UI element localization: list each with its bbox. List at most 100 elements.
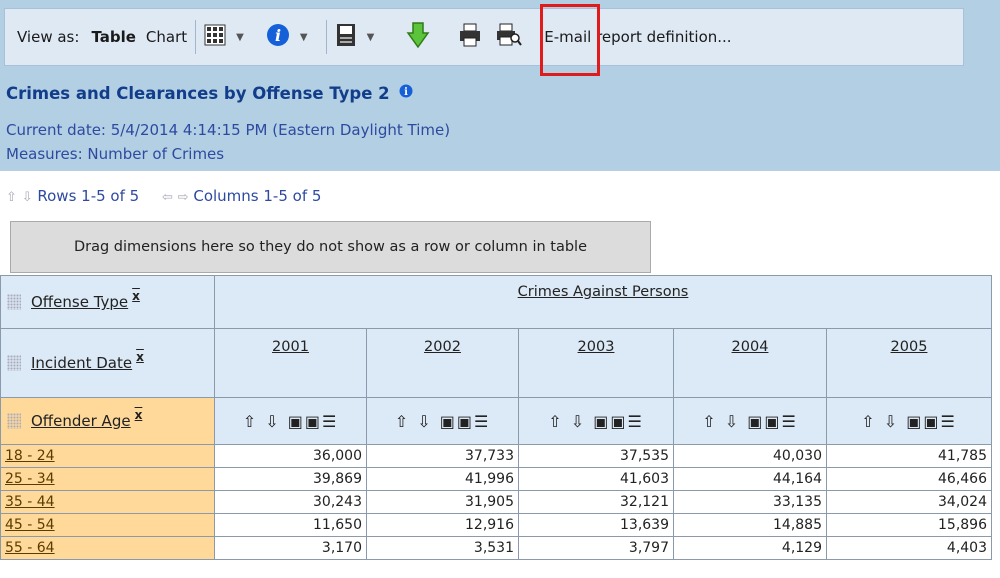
- row-label-link[interactable]: 18 - 24: [5, 448, 55, 464]
- current-date-text: Current date: 5/4/2014 4:14:15 PM (Easte…: [6, 121, 451, 139]
- sort-controls[interactable]: ⇧ ⇩ ▣▣☰: [518, 397, 674, 445]
- table-layout-icon[interactable]: [204, 24, 226, 50]
- title-info-icon[interactable]: i: [399, 83, 413, 102]
- info-dropdown-icon[interactable]: ▼: [300, 32, 308, 43]
- toolbar: View as: Table Chart ▼ i ▼ ▼ E-mail repo…: [4, 8, 964, 66]
- value-cell: 41,785: [826, 444, 992, 468]
- value-cell: 41,996: [366, 467, 519, 491]
- svg-text:i: i: [404, 87, 408, 98]
- year-2002-link[interactable]: 2002: [424, 339, 461, 355]
- row-label-cell: 25 - 34: [0, 467, 215, 491]
- svg-text:i: i: [275, 26, 281, 45]
- row-label-cell: 55 - 64: [0, 536, 215, 560]
- value-cell: 34,024: [826, 490, 992, 514]
- view-table-button[interactable]: Table: [91, 28, 135, 46]
- value-cell: 32,121: [518, 490, 674, 514]
- value-cell: 40,030: [673, 444, 827, 468]
- value-cell: 14,885: [673, 513, 827, 537]
- year-header: 2003: [518, 328, 674, 398]
- value-cell: 4,403: [826, 536, 992, 560]
- value-cell: 12,916: [366, 513, 519, 537]
- year-header: 2002: [366, 328, 519, 398]
- value-cell: 3,531: [366, 536, 519, 560]
- value-cell: 30,243: [214, 490, 367, 514]
- drag-handle-icon[interactable]: [7, 413, 21, 429]
- print-icon[interactable]: [458, 23, 482, 51]
- crimes-table: Offense Type x Crimes Against Persons In…: [0, 275, 992, 560]
- drag-handle-icon[interactable]: [7, 355, 21, 371]
- remove-dimension-icon[interactable]: x: [136, 350, 144, 364]
- sort-controls[interactable]: ⇧ ⇩ ▣▣☰: [826, 397, 992, 445]
- year-2001-link[interactable]: 2001: [272, 339, 309, 355]
- group-header-crimes-against-persons: Crimes Against Persons: [214, 275, 992, 329]
- value-cell: 36,000: [214, 444, 367, 468]
- view-chart-button[interactable]: Chart: [146, 28, 187, 46]
- offender-age-dimension[interactable]: Offender Age x: [0, 397, 215, 445]
- row-label-link[interactable]: 55 - 64: [5, 540, 55, 556]
- row-label-cell: 45 - 54: [0, 513, 215, 537]
- toolbar-separator: [195, 20, 197, 54]
- value-cell: 46,466: [826, 467, 992, 491]
- view-as-label: View as:: [17, 28, 80, 46]
- report-title-text: Crimes and Clearances by Offense Type 2: [6, 84, 390, 103]
- measures-text: Measures: Number of Crimes: [6, 145, 225, 163]
- columns-range-text: Columns 1-5 of 5: [193, 187, 322, 205]
- value-cell: 3,170: [214, 536, 367, 560]
- columns-left-arrow-icon[interactable]: ⇦: [162, 190, 173, 205]
- table-row: 35 - 44 30,243 31,905 32,121 33,135 34,024: [0, 490, 992, 514]
- dimension-drop-zone[interactable]: Drag dimensions here so they do not show…: [10, 221, 651, 273]
- year-2005-link[interactable]: 2005: [891, 339, 928, 355]
- sort-controls[interactable]: ⇧ ⇩ ▣▣☰: [673, 397, 827, 445]
- value-cell: 37,733: [366, 444, 519, 468]
- rows-down-arrow-icon[interactable]: ⇩: [22, 190, 33, 205]
- incident-date-label[interactable]: Incident Date: [31, 354, 132, 372]
- offender-age-label[interactable]: Offender Age: [31, 412, 131, 430]
- toolbar-separator: [325, 20, 327, 54]
- download-highlight-box: [540, 4, 600, 76]
- value-cell: 15,896: [826, 513, 992, 537]
- row-label-link[interactable]: 45 - 54: [5, 517, 55, 533]
- year-2003-link[interactable]: 2003: [578, 339, 615, 355]
- drag-handle-icon[interactable]: [7, 294, 21, 310]
- value-cell: 37,535: [518, 444, 674, 468]
- save-icon[interactable]: [335, 23, 357, 51]
- sort-controls[interactable]: ⇧ ⇩ ▣▣☰: [214, 397, 367, 445]
- rows-range-text: Rows 1-5 of 5: [37, 187, 140, 205]
- pagination-bar: ⇧ ⇩ Rows 1-5 of 5 ⇦ ⇨ Columns 1-5 of 5: [6, 187, 321, 205]
- value-cell: 33,135: [673, 490, 827, 514]
- value-cell: 31,905: [366, 490, 519, 514]
- print-preview-icon[interactable]: [496, 23, 523, 51]
- download-icon[interactable]: [406, 21, 430, 53]
- sort-controls[interactable]: ⇧ ⇩ ▣▣☰: [366, 397, 519, 445]
- value-cell: 44,164: [673, 467, 827, 491]
- year-2004-link[interactable]: 2004: [732, 339, 769, 355]
- row-label-link[interactable]: 35 - 44: [5, 494, 55, 510]
- row-label-cell: 35 - 44: [0, 490, 215, 514]
- year-header: 2004: [673, 328, 827, 398]
- incident-date-dimension[interactable]: Incident Date x: [0, 328, 215, 398]
- table-row: 25 - 34 39,869 41,996 41,603 44,164 46,466: [0, 467, 992, 491]
- info-icon[interactable]: i: [266, 23, 290, 51]
- table-layout-dropdown-icon[interactable]: ▼: [236, 32, 244, 43]
- offense-type-dimension[interactable]: Offense Type x: [0, 275, 215, 329]
- report-title: Crimes and Clearances by Offense Type 2 …: [6, 83, 413, 103]
- row-label-cell: 18 - 24: [0, 444, 215, 468]
- table-row: 45 - 54 11,650 12,916 13,639 14,885 15,896: [0, 513, 992, 537]
- table-row: 18 - 24 36,000 37,733 37,535 40,030 41,785: [0, 444, 992, 468]
- value-cell: 4,129: [673, 536, 827, 560]
- value-cell: 13,639: [518, 513, 674, 537]
- remove-dimension-icon[interactable]: x: [132, 289, 140, 303]
- value-cell: 39,869: [214, 467, 367, 491]
- value-cell: 11,650: [214, 513, 367, 537]
- save-dropdown-icon[interactable]: ▼: [367, 32, 375, 43]
- row-label-link[interactable]: 25 - 34: [5, 471, 55, 487]
- offense-type-label[interactable]: Offense Type: [31, 293, 128, 311]
- group-header-link[interactable]: Crimes Against Persons: [518, 284, 689, 300]
- columns-right-arrow-icon[interactable]: ⇨: [178, 190, 189, 205]
- remove-dimension-icon[interactable]: x: [135, 408, 143, 422]
- year-header: 2005: [826, 328, 992, 398]
- table-row: 55 - 64 3,170 3,531 3,797 4,129 4,403: [0, 536, 992, 560]
- rows-up-arrow-icon[interactable]: ⇧: [6, 190, 17, 205]
- year-header: 2001: [214, 328, 367, 398]
- value-cell: 41,603: [518, 467, 674, 491]
